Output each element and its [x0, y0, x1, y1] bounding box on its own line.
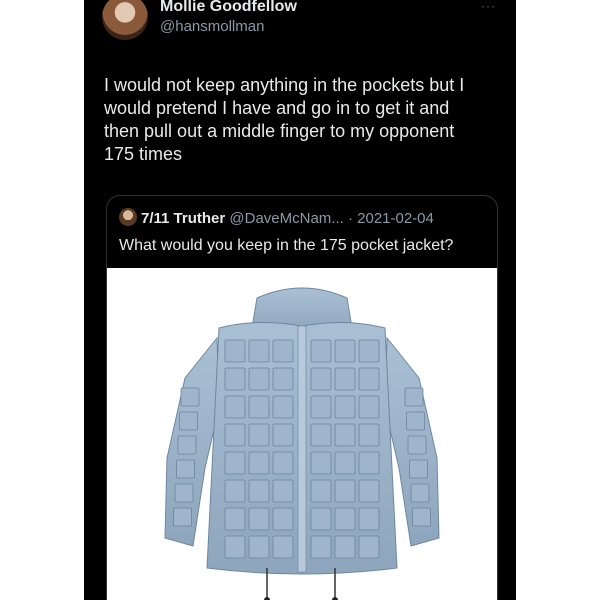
pocket [412, 507, 431, 527]
pocket [404, 387, 424, 407]
jacket-photo[interactable] [107, 268, 497, 600]
pocket [310, 339, 332, 363]
pocket [334, 367, 356, 391]
pocket [224, 451, 246, 475]
quoted-author-handle-date: @DaveMcNam... · 2021-02-04 [229, 210, 434, 227]
pocket [272, 535, 294, 559]
pocket [176, 459, 195, 479]
author-names: Mollie Goodfellow @hansmollman [160, 0, 297, 37]
pocket [272, 367, 294, 391]
pocket [272, 423, 294, 447]
pocket [406, 411, 425, 431]
pocket [272, 339, 294, 363]
pocket [310, 395, 332, 419]
pocket [180, 387, 200, 407]
pocket [310, 479, 332, 503]
author-handle[interactable]: @hansmollman [160, 17, 297, 37]
pocket [334, 339, 356, 363]
pocket [248, 367, 270, 391]
quoted-author-avatar [119, 208, 137, 226]
pocket [177, 435, 197, 455]
tweet-card: Mollie Goodfellow @hansmollman ··· I wou… [84, 0, 516, 600]
author-display-name[interactable]: Mollie Goodfellow [160, 0, 297, 17]
pocket [174, 483, 194, 503]
pocket [334, 479, 356, 503]
more-options-icon[interactable]: ··· [481, 0, 496, 12]
pocket [358, 535, 380, 559]
pocket [224, 507, 246, 531]
pocket [310, 451, 332, 475]
quoted-tweet-text: What would you keep in the 175 pocket ja… [119, 237, 454, 254]
pocket [407, 435, 427, 455]
pocket [272, 479, 294, 503]
tweet-text: I would not keep anything in the pockets… [104, 75, 465, 164]
pocket [224, 479, 246, 503]
pocket [410, 483, 430, 503]
author-avatar[interactable] [102, 0, 148, 40]
pocket [358, 451, 380, 475]
pocket [248, 479, 270, 503]
pocket [248, 339, 270, 363]
pocket [248, 507, 270, 531]
pocket [272, 395, 294, 419]
pocket [358, 423, 380, 447]
pocket [358, 339, 380, 363]
pocket [358, 479, 380, 503]
pocket [310, 535, 332, 559]
pocket [358, 367, 380, 391]
pocket [224, 535, 246, 559]
pocket [358, 395, 380, 419]
pocket [248, 395, 270, 419]
pocket [224, 395, 246, 419]
pocket [173, 507, 192, 527]
quoted-author-name: 7/11 Truther [141, 210, 226, 227]
pocket [179, 411, 198, 431]
pocket [224, 423, 246, 447]
pocket [334, 423, 356, 447]
pocket [310, 367, 332, 391]
pocket [248, 451, 270, 475]
pocket [272, 451, 294, 475]
pocket [310, 507, 332, 531]
quoted-tweet-header: 7/11 Truther @DaveMcNam... · 2021-02-04 [119, 208, 434, 229]
pocket [310, 423, 332, 447]
pocket [224, 367, 246, 391]
pocket [334, 535, 356, 559]
pocket [409, 459, 428, 479]
pocket [248, 423, 270, 447]
pocket [224, 339, 246, 363]
pocket [248, 535, 270, 559]
pocket [334, 451, 356, 475]
pocket [334, 507, 356, 531]
quoted-tweet[interactable]: 7/11 Truther @DaveMcNam... · 2021-02-04 … [106, 195, 498, 600]
tweet-header: Mollie Goodfellow @hansmollman ··· [102, 0, 502, 48]
pocket [334, 395, 356, 419]
pocket [272, 507, 294, 531]
jacket-image [164, 287, 440, 600]
pocket [358, 507, 380, 531]
